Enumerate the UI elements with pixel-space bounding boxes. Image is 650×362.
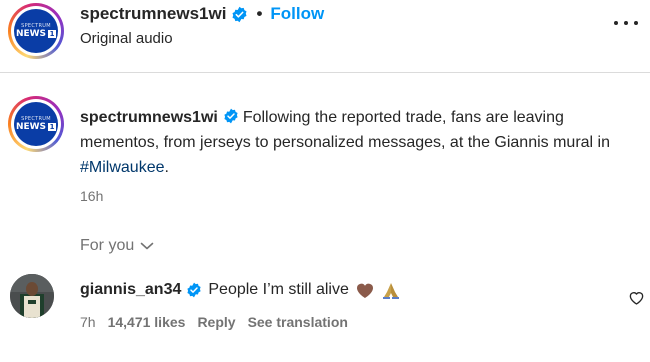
for-you-dropdown[interactable]: For you	[80, 237, 154, 255]
comment-body: People I’m still alive	[208, 281, 349, 298]
header-avatar[interactable]: SPECTRUM NEWS 1	[8, 3, 64, 59]
logo-large-text: NEWS 1	[15, 121, 57, 132]
header-username[interactable]: spectrumnews1wi	[80, 4, 226, 24]
logo-box: 1	[48, 123, 57, 131]
follow-button[interactable]: Follow	[270, 4, 324, 24]
logo-small-text: SPECTRUM	[21, 115, 51, 122]
logo-large-text: NEWS 1	[15, 28, 57, 39]
comment-meta: 7h 14,471 likes Reply See translation	[80, 314, 348, 330]
folded-hands-icon	[382, 283, 399, 299]
verified-badge-icon	[187, 282, 201, 298]
comment-timestamp: 7h	[80, 314, 96, 330]
player-photo	[10, 274, 54, 318]
caption-username[interactable]: spectrumnews1wi	[80, 109, 218, 126]
chevron-down-icon	[140, 242, 154, 250]
separator-dot: •	[256, 4, 263, 23]
caption-end: .	[164, 159, 169, 176]
logo-small-text: SPECTRUM	[21, 22, 51, 29]
header-divider	[0, 72, 650, 73]
comment-line: giannis_an34 People I’m still alive	[80, 281, 401, 299]
caption-avatar[interactable]: SPECTRUM NEWS 1	[8, 96, 64, 152]
caption-text: spectrumnews1wi Following the reported t…	[80, 105, 640, 180]
logo-box: 1	[48, 30, 57, 38]
more-options-icon[interactable]	[614, 16, 638, 30]
audio-label[interactable]: Original audio	[80, 30, 173, 47]
reply-button[interactable]: Reply	[197, 314, 235, 330]
post-header: SPECTRUM NEWS 1 spectrumnews1wi • Follow…	[0, 0, 650, 72]
for-you-label: For you	[80, 237, 135, 254]
instagram-post-view: SPECTRUM NEWS 1 spectrumnews1wi • Follow…	[0, 0, 650, 362]
brown-heart-icon	[356, 283, 373, 298]
verified-badge-icon	[224, 108, 238, 124]
spectrum-news-logo: SPECTRUM NEWS 1	[14, 9, 58, 53]
commenter-avatar[interactable]	[10, 274, 54, 318]
comment-likes[interactable]: 14,471 likes	[108, 314, 186, 330]
like-heart-icon[interactable]	[628, 290, 645, 305]
commenter-username[interactable]: giannis_an34	[80, 281, 181, 299]
header-user-line: spectrumnews1wi • Follow	[80, 2, 324, 26]
hashtag-link[interactable]: #Milwaukee	[80, 159, 164, 176]
caption-timestamp: 16h	[80, 188, 104, 204]
see-translation-button[interactable]: See translation	[248, 314, 348, 330]
spectrum-news-logo: SPECTRUM NEWS 1	[14, 102, 58, 146]
verified-badge-icon	[232, 6, 247, 22]
